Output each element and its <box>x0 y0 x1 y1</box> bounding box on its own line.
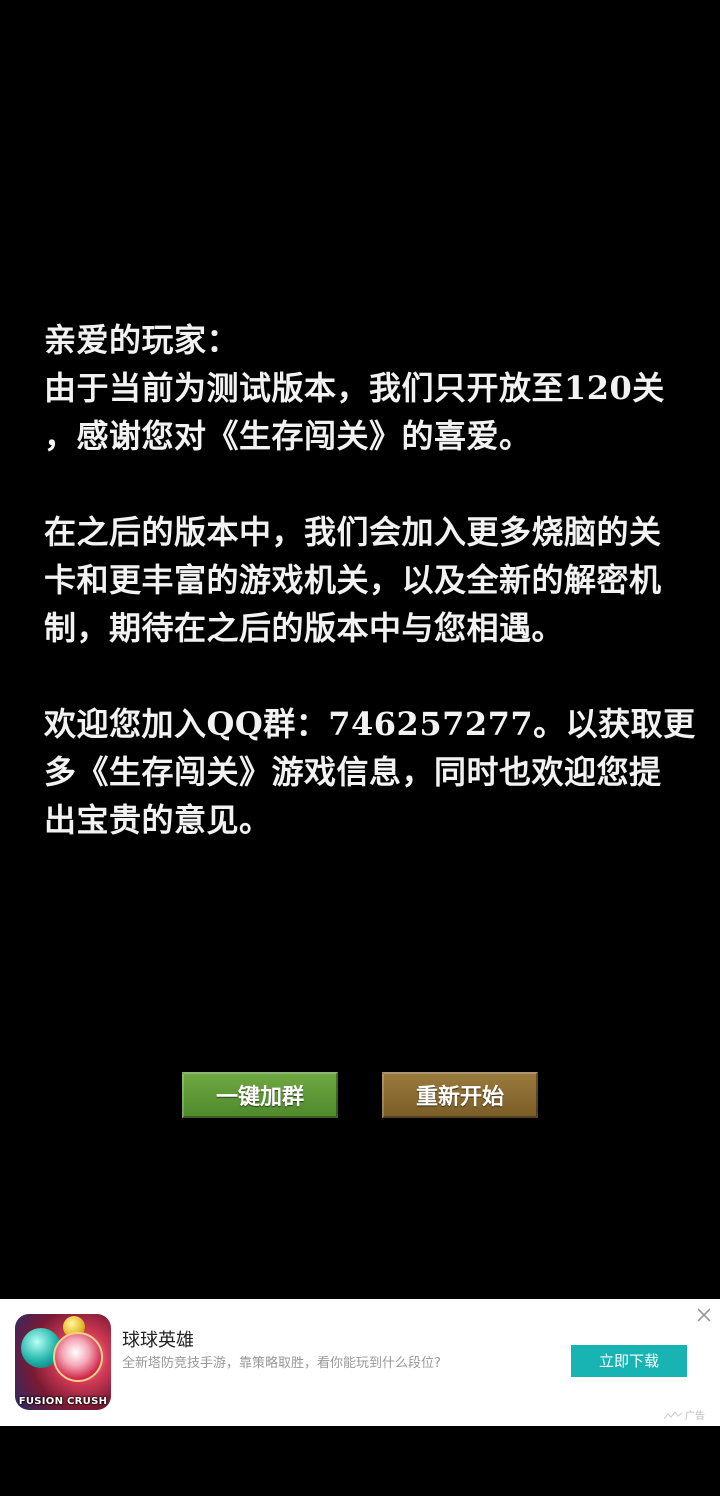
game-screen: 亲爱的玩家： 由于当前为测试版本，我们只开放至120关 ，感谢您对《生存闯关》的… <box>0 0 720 1496</box>
app-logo-text: FUSION CRUSH <box>18 1396 108 1407</box>
ad-title[interactable]: 球球英雄 <box>122 1326 194 1352</box>
notice-line: 卡和更丰富的游戏机关，以及全新的解密机 <box>44 561 662 599</box>
notice-line: 在之后的版本中，我们会加入更多烧脑的关 <box>44 513 662 551</box>
notice-paragraph-2: 在之后的版本中，我们会加入更多烧脑的关 卡和更丰富的游戏机关，以及全新的解密机 … <box>44 508 684 652</box>
notice-paragraph-3: 欢迎您加入QQ群：746257277。以获取更 多《生存闯关》游戏信息，同时也欢… <box>44 700 696 844</box>
close-icon[interactable] <box>694 1305 714 1325</box>
notice-line: 欢迎您加入QQ群：746257277。以获取更 <box>44 705 696 743</box>
download-button[interactable]: 立即下载 <box>571 1345 687 1377</box>
ad-label-text: 广告 <box>685 1411 705 1422</box>
notice-line: ，感谢您对《生存闯关》的喜爱。 <box>44 417 532 455</box>
greeting-text: 亲爱的玩家： <box>44 321 240 359</box>
notice-line: 多《生存闯关》游戏信息，同时也欢迎您提 <box>44 753 662 791</box>
bottom-bar <box>0 1426 720 1496</box>
notice-paragraph-1: 由于当前为测试版本，我们只开放至120关 ，感谢您对《生存闯关》的喜爱。 <box>44 364 684 460</box>
join-group-button[interactable]: 一键加群 <box>182 1072 338 1118</box>
ad-mark-icon <box>664 1410 682 1419</box>
ad-banner[interactable]: FUSION CRUSH 球球英雄 全新塔防竞技手游，靠策略取胜，看你能玩到什么… <box>0 1299 720 1426</box>
ad-label: 广告 <box>664 1407 705 1422</box>
orb-pink <box>53 1332 103 1382</box>
notice-line: 出宝贵的意见。 <box>44 801 272 839</box>
notice-line: 制，期待在之后的版本中与您相遇。 <box>44 609 565 647</box>
app-icon[interactable]: FUSION CRUSH <box>15 1314 111 1410</box>
notice-line: 由于当前为测试版本，我们只开放至120关 <box>44 369 665 407</box>
restart-button[interactable]: 重新开始 <box>382 1072 538 1118</box>
ad-description[interactable]: 全新塔防竞技手游，靠策略取胜，看你能玩到什么段位? <box>122 1352 441 1371</box>
notice-message: 亲爱的玩家： 由于当前为测试版本，我们只开放至120关 ，感谢您对《生存闯关》的… <box>44 316 696 844</box>
